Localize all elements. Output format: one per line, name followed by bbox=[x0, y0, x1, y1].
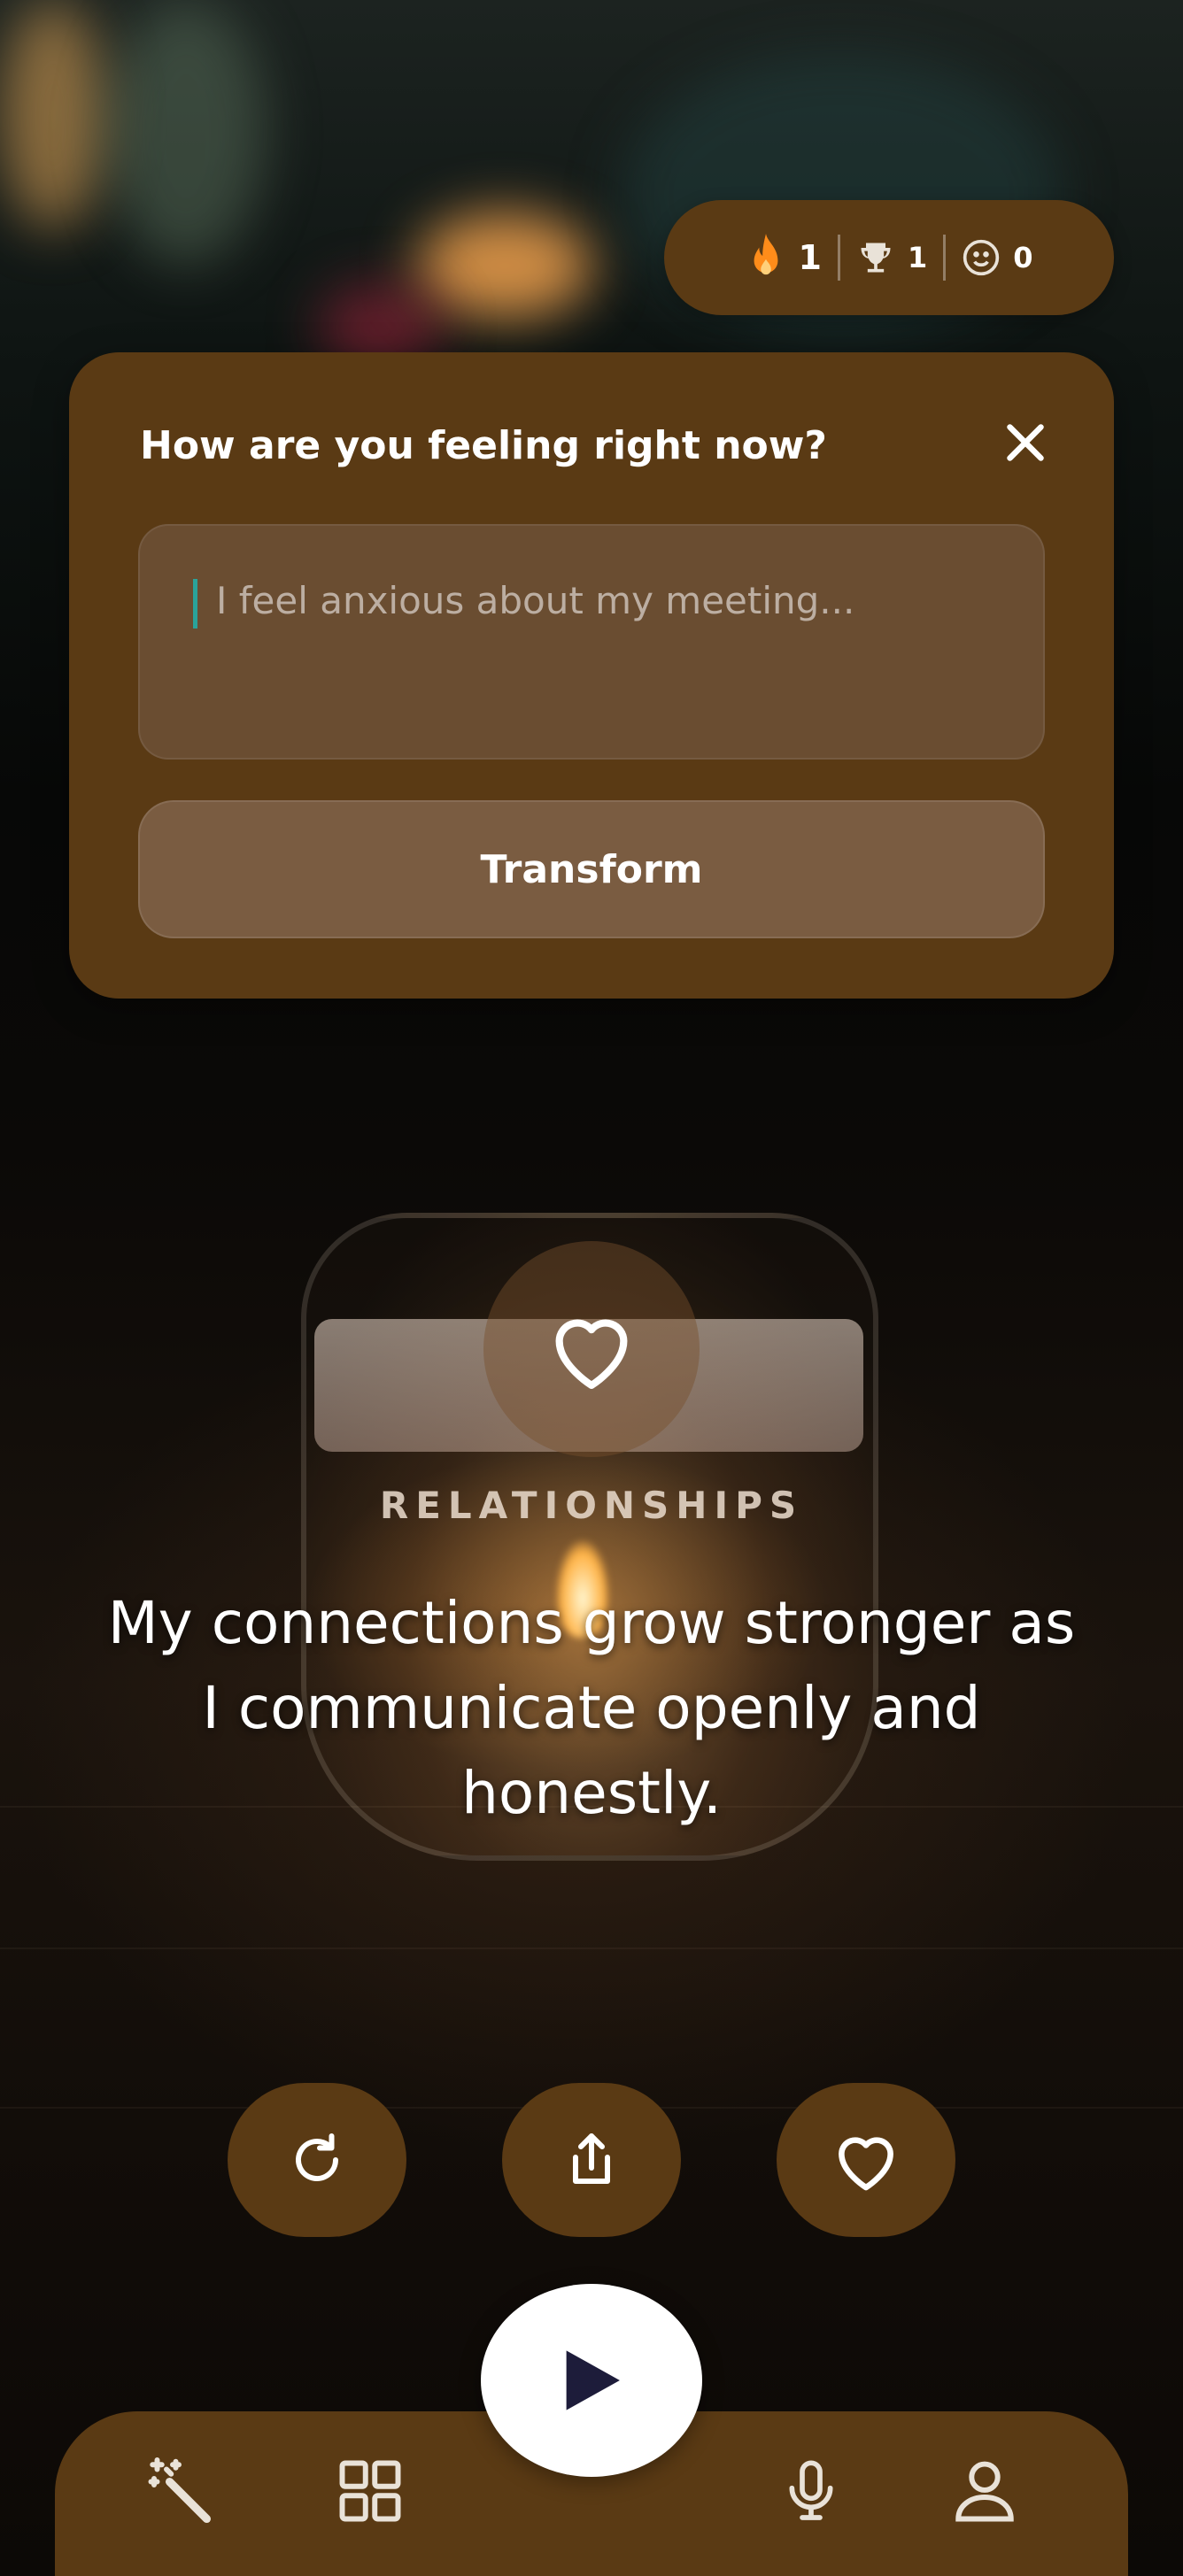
stats-pill[interactable]: 1 1 0 bbox=[664, 200, 1114, 315]
grid-icon bbox=[333, 2454, 407, 2528]
nav-profile[interactable] bbox=[940, 2447, 1029, 2535]
nav-microphone[interactable] bbox=[767, 2447, 855, 2535]
mood-count: 0 bbox=[1013, 241, 1033, 274]
trophy-count: 1 bbox=[907, 241, 928, 274]
refresh-button[interactable] bbox=[228, 2083, 406, 2237]
category-badge bbox=[483, 1241, 700, 1457]
refresh-icon bbox=[285, 2128, 349, 2192]
affirmation-text: My connections grow stronger as I commun… bbox=[107, 1589, 1076, 1827]
trophy-stat: 1 bbox=[856, 238, 927, 277]
magic-wand-icon bbox=[142, 2454, 216, 2528]
text-caret bbox=[193, 579, 197, 629]
microphone-icon bbox=[776, 2456, 847, 2526]
favorite-button[interactable] bbox=[777, 2083, 955, 2237]
streak-count: 1 bbox=[798, 238, 822, 277]
share-button[interactable] bbox=[502, 2083, 681, 2237]
affirmation-category: RELATIONSHIPS bbox=[379, 1484, 804, 1527]
play-button[interactable] bbox=[481, 2284, 702, 2477]
mood-stat: 0 bbox=[962, 238, 1032, 277]
divider bbox=[837, 235, 840, 281]
heart-icon bbox=[543, 1305, 640, 1393]
share-icon bbox=[560, 2128, 623, 2192]
nav-grid[interactable] bbox=[326, 2447, 414, 2535]
heart-icon bbox=[828, 2126, 904, 2194]
play-icon bbox=[559, 2346, 624, 2415]
close-icon[interactable] bbox=[999, 416, 1052, 469]
input-placeholder: I feel anxious about my meeting... bbox=[216, 579, 855, 622]
nav-magic-wand[interactable] bbox=[135, 2447, 223, 2535]
transform-button[interactable]: Transform bbox=[138, 800, 1045, 938]
profile-icon bbox=[947, 2454, 1022, 2528]
trophy-icon bbox=[856, 238, 895, 277]
flame-icon bbox=[746, 232, 786, 283]
divider bbox=[943, 235, 947, 281]
smiley-icon bbox=[962, 238, 1001, 277]
streak-stat: 1 bbox=[746, 232, 822, 283]
feeling-input[interactable]: I feel anxious about my meeting... bbox=[138, 524, 1045, 760]
feeling-card: How are you feeling right now? I feel an… bbox=[69, 352, 1114, 999]
card-title: How are you feeling right now? bbox=[140, 423, 827, 468]
